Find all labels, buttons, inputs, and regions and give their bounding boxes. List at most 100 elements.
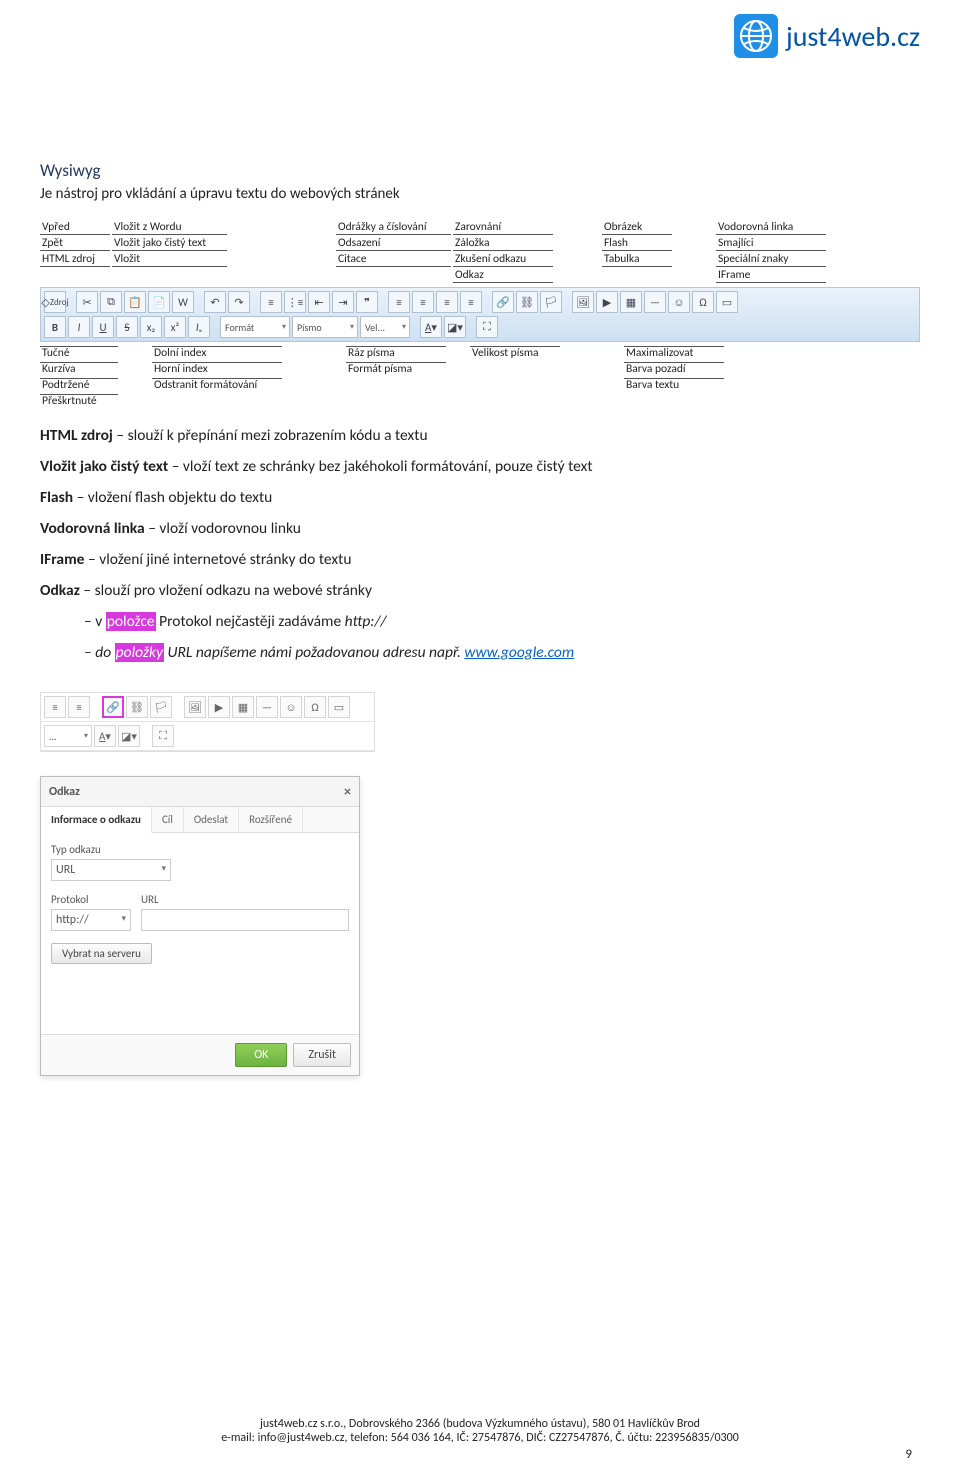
label-quote: Citace (336, 253, 451, 267)
label-indent: Odsazení (336, 237, 451, 251)
redo-button[interactable]: ↷ (228, 291, 250, 313)
iframe-icon[interactable]: ▭ (328, 696, 350, 718)
numbered-list-button[interactable]: ≡ (260, 291, 282, 313)
ok-button[interactable]: OK (235, 1043, 287, 1067)
intro-text: Je nástroj pro vkládání a úpravu textu d… (40, 185, 920, 203)
size-select[interactable]: Vel... (360, 316, 410, 338)
paste-word-button[interactable]: W (172, 291, 194, 313)
link-button[interactable]: 🔗 (492, 291, 514, 313)
url-input[interactable] (141, 909, 349, 931)
iframe-button[interactable]: ▭ (716, 291, 738, 313)
source-button[interactable]: ◇ Zdroj (44, 291, 66, 313)
footer-line1: just4web.cz s.r.o., Dobrovského 2366 (bu… (0, 1417, 960, 1431)
outdent-button[interactable]: ⇤ (308, 291, 330, 313)
label-razpisma: Formát písma (346, 362, 446, 376)
label-textcolor: Barva textu (624, 378, 724, 392)
blockquote-button[interactable]: ❞ (356, 291, 378, 313)
label-vpred: Vpřed (40, 221, 110, 235)
cut-button[interactable]: ✂ (76, 291, 98, 313)
body-text: HTML zdroj – slouží k přepínání mezi zob… (40, 426, 920, 662)
bgcolor-icon[interactable]: ◪▾ (118, 725, 140, 747)
smiley-icon[interactable]: ☺ (280, 696, 302, 718)
align-justify-button[interactable]: ≡ (460, 291, 482, 313)
size-select2[interactable]: ... (44, 725, 92, 747)
font-select[interactable]: Písmo (292, 316, 358, 338)
globe-icon (732, 12, 780, 60)
anchor-button[interactable]: 🏳 (540, 291, 562, 313)
subscript-button[interactable]: x₂ (140, 316, 162, 338)
label-sub: Dolní index (152, 346, 282, 360)
maximize-icon[interactable]: ⛶ (152, 725, 174, 747)
textcolor-button[interactable]: A▾ (420, 316, 442, 338)
label-plain: Vložit jako čistý text (112, 237, 227, 251)
label-strike: Přeškrtnuté (40, 394, 118, 408)
align-left-icon[interactable]: ≡ (44, 696, 66, 718)
flash-icon[interactable]: ▶ (208, 696, 230, 718)
textcolor-icon[interactable]: A▾ (94, 725, 116, 747)
superscript-button[interactable]: x² (164, 316, 186, 338)
align-center-button[interactable]: ≡ (412, 291, 434, 313)
anchor-icon[interactable]: 🏳 (150, 696, 172, 718)
smiley-button[interactable]: ☺ (668, 291, 690, 313)
unlink-button[interactable]: ⛓ (516, 291, 538, 313)
paste-button[interactable]: 📋 (124, 291, 146, 313)
label-maximize: Maximalizovat (624, 346, 724, 360)
undo-button[interactable]: ↶ (204, 291, 226, 313)
toolbar-snippet: ≡ ≡ 🔗 ⛓ 🏳 🖼 ▶ ▦ — ☺ Ω ▭ ... A▾ ◪▾ ⛶ (40, 692, 375, 752)
hr-button[interactable]: — (644, 291, 666, 313)
bgcolor-button[interactable]: ◪▾ (444, 316, 466, 338)
maximize-button[interactable]: ⛶ (476, 316, 498, 338)
table-button[interactable]: ▦ (620, 291, 642, 313)
cancel-button[interactable]: Zrušit (293, 1043, 351, 1067)
label-smiley: Smajlíci (716, 237, 826, 251)
copy-button[interactable]: ⧉ (100, 291, 122, 313)
tab-target[interactable]: Cíl (152, 807, 184, 832)
image-button[interactable]: 🖼 (572, 291, 594, 313)
removeformat-button[interactable]: Iₓ (188, 316, 210, 338)
indent-button[interactable]: ⇥ (332, 291, 354, 313)
align-left-button[interactable]: ≡ (388, 291, 410, 313)
underline-button[interactable]: U (92, 316, 114, 338)
protokol-select[interactable]: http://▾ (51, 909, 131, 931)
label-bold: Tučné (40, 346, 118, 360)
table-icon[interactable]: ▦ (232, 696, 254, 718)
tab-advanced[interactable]: Rozšířené (239, 807, 303, 832)
label-underline: Podtržené (40, 378, 118, 392)
special-icon[interactable]: Ω (304, 696, 326, 718)
brand-text: just4web.cz (786, 19, 920, 54)
label-table: Tabulka (602, 253, 672, 267)
format-select[interactable]: Formát (220, 316, 290, 338)
tab-info[interactable]: Informace o odkazu (41, 807, 152, 833)
label-formatpisma: Ráz písma (346, 346, 446, 360)
footer-line2: e-mail: info@just4web.cz, telefon: 564 0… (0, 1431, 960, 1445)
tab-upload[interactable]: Odeslat (184, 807, 239, 832)
image-icon[interactable]: 🖼 (184, 696, 206, 718)
italic-button[interactable]: I (68, 316, 90, 338)
page-number: 9 (0, 1447, 960, 1462)
bullet-list-button[interactable]: ⋮≡ (284, 291, 306, 313)
brand-header: just4web.cz (732, 12, 920, 60)
paste-plain-button[interactable]: 📄 (148, 291, 170, 313)
unlink-icon[interactable]: ⛓ (126, 696, 148, 718)
label-anchor: Záložka (453, 237, 553, 251)
align-right-icon[interactable]: ≡ (68, 696, 90, 718)
flash-button[interactable]: ▶ (596, 291, 618, 313)
label-sup: Horní index (152, 362, 282, 376)
label-htmlzdroj: HTML zdroj (40, 253, 110, 267)
wysiwyg-toolbar: ◇ Zdroj ✂ ⧉ 📋 📄 W ↶ ↷ ≡ ⋮≡ ⇤ ⇥ ❞ ≡ ≡ ≡ (40, 287, 920, 342)
label-link: Odkaz (453, 269, 553, 283)
browse-server-button[interactable]: Vybrat na serveru (51, 943, 152, 964)
strike-button[interactable]: S (116, 316, 138, 338)
hr-icon[interactable]: — (256, 696, 278, 718)
type-label: Typ odkazu (51, 843, 349, 856)
label-align: Zarovnání (453, 221, 553, 235)
label-removefmt: Odstranit formátování (152, 378, 282, 392)
align-right-button[interactable]: ≡ (436, 291, 458, 313)
type-select[interactable]: URL▾ (51, 859, 171, 881)
link-icon-highlighted[interactable]: 🔗 (102, 696, 124, 718)
section-heading: Wysiwyg (40, 160, 920, 181)
close-icon[interactable]: × (344, 783, 351, 800)
url-label: URL (141, 893, 349, 906)
specialchar-button[interactable]: Ω (692, 291, 714, 313)
bold-button[interactable]: B (44, 316, 66, 338)
